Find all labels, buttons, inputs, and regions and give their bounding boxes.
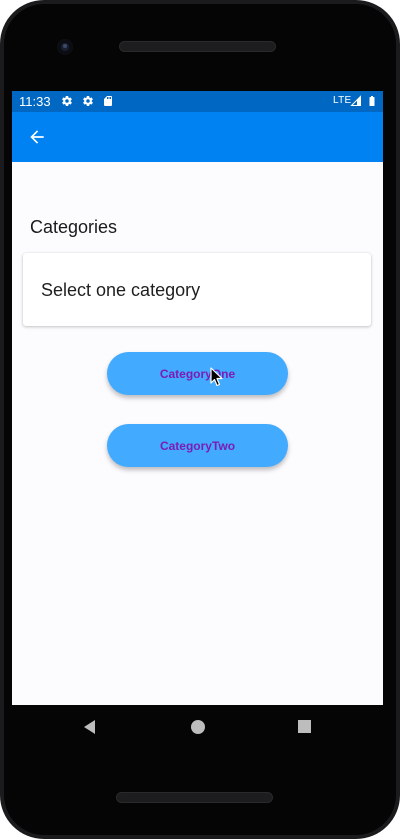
home-circle-icon[interactable] xyxy=(190,719,206,735)
category-one-button[interactable]: CategoryOne xyxy=(107,352,288,395)
phone-frame: 11:33 LTE Categories Select one category… xyxy=(0,0,400,839)
status-time: 11:33 xyxy=(19,94,51,109)
arrow-back-icon xyxy=(30,130,44,144)
section-title: Categories xyxy=(30,217,118,237)
system-nav-bar xyxy=(12,705,383,749)
status-bar: 11:33 LTE xyxy=(12,91,383,112)
settings-icon xyxy=(62,96,72,107)
camera-icon xyxy=(57,39,73,55)
bottom-speaker xyxy=(117,793,272,802)
category-selection-card: Select one category xyxy=(23,253,371,326)
recents-square-icon[interactable] xyxy=(297,719,313,735)
battery-icon xyxy=(369,96,375,106)
back-button[interactable] xyxy=(24,124,50,150)
back-triangle-icon[interactable] xyxy=(82,719,98,735)
card-prompt-text: Select one category xyxy=(41,280,201,300)
screen: 11:33 LTE Categories Select one category… xyxy=(12,91,383,705)
network-type: LTE xyxy=(333,95,352,106)
top-speaker xyxy=(120,42,275,51)
app-bar xyxy=(12,112,383,162)
settings-icon xyxy=(83,96,93,107)
category-two-button[interactable]: CategoryTwo xyxy=(107,424,288,467)
signal-icon xyxy=(350,95,361,106)
sd-card-icon xyxy=(104,96,112,106)
